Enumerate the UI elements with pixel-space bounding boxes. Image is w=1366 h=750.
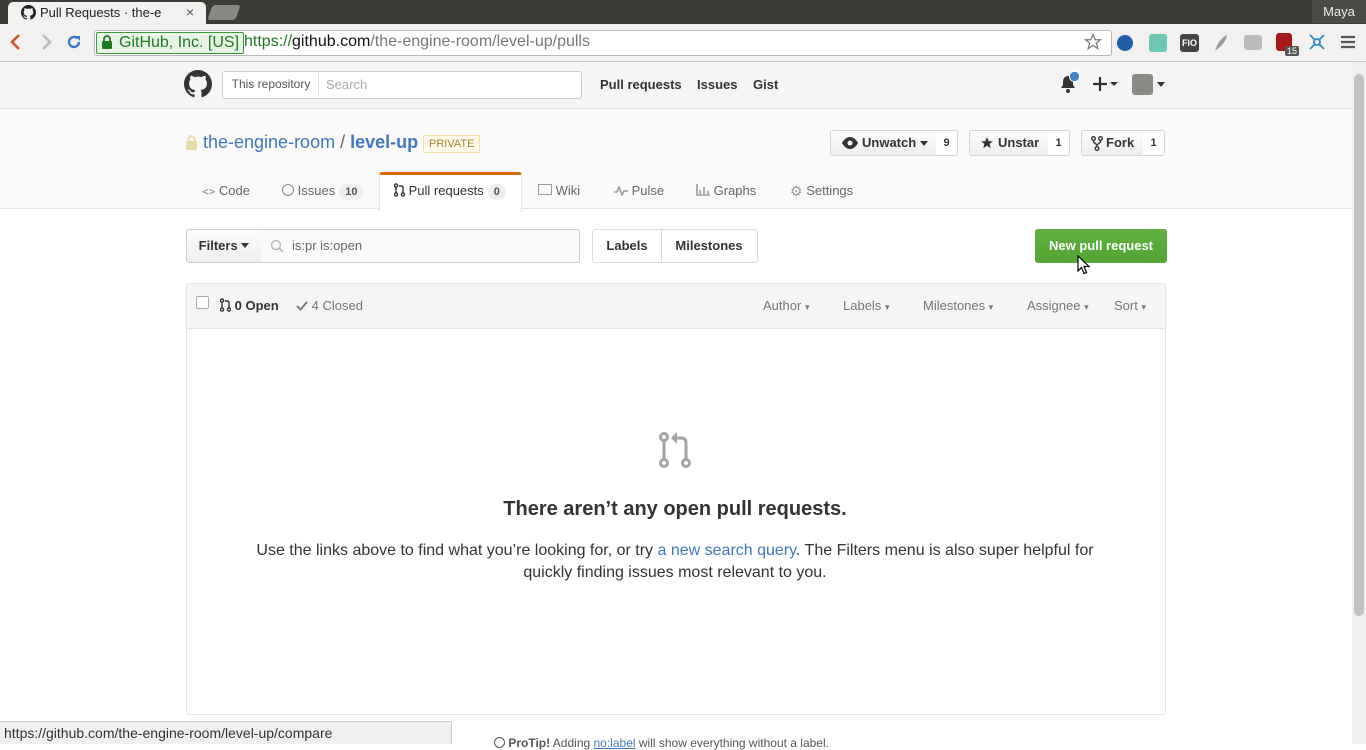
labels-button[interactable]: Labels [592,229,662,263]
search-scope-label: This repository [224,73,319,95]
chevron-down-icon [920,141,928,146]
unstar-button[interactable]: Unstar [969,130,1049,156]
github-favicon-icon [21,5,36,20]
create-new-icon[interactable] [1093,77,1119,91]
new-pull-request-button[interactable]: New pull request [1035,229,1167,263]
chevron-down-icon[interactable] [1157,82,1165,87]
unwatch-label: Unwatch [862,135,917,150]
tab-graphs[interactable]: Graphs [696,183,756,198]
chevron-down-icon: ▾ [804,302,810,312]
nav-pull-requests[interactable]: Pull requests [600,77,682,92]
github-logo-icon[interactable] [184,70,212,98]
nav-issues[interactable]: Issues [697,77,737,92]
chevron-down-icon: ▾ [988,302,994,312]
mouse-cursor-icon [1077,255,1090,275]
watch-count[interactable]: 9 [936,130,958,156]
tab-wiki[interactable]: Wiki [538,183,580,198]
empty-state-description: Use the links above to find what you’re … [256,542,1094,581]
sort-dropdown[interactable]: Sort ▾ [1114,298,1146,313]
repo-name-link[interactable]: level-up [350,132,418,152]
protip: ProTip! Adding no:label will show everyt… [494,736,829,750]
assignee-filter-dropdown[interactable]: Assignee ▾ [1027,298,1089,313]
pull-request-icon [659,431,691,469]
repo-title: the-engine-room / level-up [203,132,419,152]
milestones-button[interactable]: Milestones [661,229,758,263]
extension-network-icon[interactable] [1308,33,1326,51]
eye-icon [842,137,858,149]
back-icon[interactable] [8,34,24,50]
fork-button[interactable]: Fork [1081,130,1144,156]
private-badge: PRIVATE [423,135,481,153]
unstar-label: Unstar [998,135,1040,150]
lightbulb-icon [494,737,505,748]
chevron-down-icon: ▾ [1084,302,1089,312]
browser-status-bar: https://github.com/the-engine-room/level… [0,721,452,744]
pull-request-icon [220,298,231,312]
search-icon [270,239,284,253]
tab-pull-requests[interactable]: Pull requests 0 [394,183,506,200]
pull-request-icon [394,183,405,197]
closed-filter-link[interactable]: 4 Closed [296,298,363,313]
tab-code[interactable]: <> Code [202,183,250,198]
extension-feather-icon[interactable] [1213,34,1229,52]
fork-icon [1091,136,1103,151]
fork-count[interactable]: 1 [1143,130,1165,156]
unwatch-button[interactable]: Unwatch [830,130,937,156]
tab-title: Pull Requests · the-e [40,5,162,20]
extension-chat-icon[interactable] [1244,35,1262,50]
chevron-down-icon [241,243,250,248]
filter-query-text: is:pr is:open [292,238,363,253]
issues-count: 10 [339,184,364,200]
repo-owner-link[interactable]: the-engine-room [203,132,335,152]
lock-icon [101,35,113,49]
issue-icon [282,184,294,196]
tab-close-icon[interactable]: × [186,4,194,20]
filters-button[interactable]: Filters [186,229,262,263]
forward-icon[interactable] [38,34,54,50]
tab-settings[interactable]: ⚙ Settings [790,183,853,200]
labels-filter-dropdown[interactable]: Labels ▾ [843,298,889,313]
extension-fio-icon[interactable]: FIO [1180,34,1199,52]
new-search-query-link[interactable]: a new search query [658,542,796,559]
tab-pulse[interactable]: Pulse [614,183,664,198]
chevron-down-icon: ▾ [1141,302,1146,312]
empty-state-title: There aren’t any open pull requests. [503,498,847,520]
extension-info-icon[interactable] [1117,35,1133,51]
author-filter-dropdown[interactable]: Author ▾ [763,298,809,313]
book-icon [538,184,552,195]
notification-indicator [1069,71,1080,82]
private-lock-icon [186,135,197,150]
extension-badge-count: 15 [1285,46,1300,56]
pull-requests-count: 0 [487,184,506,200]
graph-icon [696,184,710,196]
extension-audio-icon[interactable] [1149,34,1167,52]
bookmark-star-icon[interactable] [1084,33,1102,51]
nav-gist[interactable]: Gist [753,77,778,92]
avatar[interactable] [1132,74,1153,95]
scrollbar-thumb[interactable] [1354,74,1364,616]
star-count[interactable]: 1 [1048,130,1070,156]
no-label-link[interactable]: no:label [594,736,636,750]
new-tab-button[interactable] [207,5,241,20]
open-filter-link[interactable]: 0 Open [220,298,279,313]
browser-user-button[interactable]: Maya [1312,0,1366,23]
select-all-checkbox[interactable] [196,296,209,309]
star-icon [980,136,994,150]
tab-issues[interactable]: Issues 10 [282,183,364,200]
code-icon: <> [202,185,216,198]
url-text[interactable]: https://github.com/the-engine-room/level… [244,33,590,51]
search-input[interactable]: Search [326,77,367,92]
fork-label: Fork [1106,135,1135,150]
browser-menu-icon[interactable] [1341,35,1355,49]
check-icon [296,301,308,311]
gear-icon: ⚙ [790,183,803,199]
ev-certificate-badge[interactable]: GitHub, Inc. [US] [96,32,245,54]
milestones-filter-dropdown[interactable]: Milestones ▾ [923,298,993,313]
reload-icon[interactable] [65,33,83,51]
chevron-down-icon: ▾ [884,302,890,312]
pulse-icon [614,186,628,196]
